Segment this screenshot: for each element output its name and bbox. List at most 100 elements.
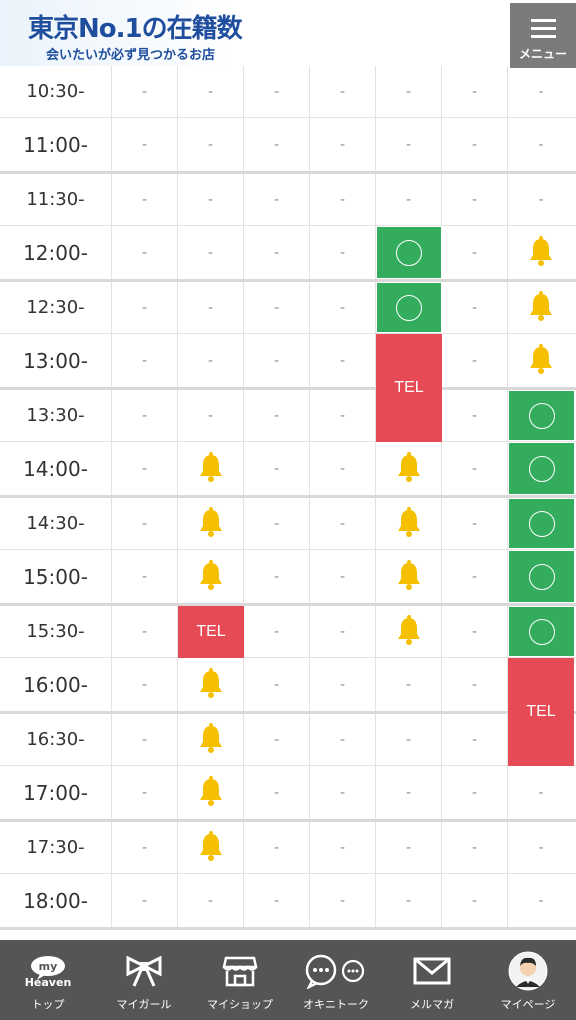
notify-cell[interactable] [178, 822, 244, 873]
dash-mark: - [538, 191, 544, 208]
dash-mark: - [339, 623, 346, 640]
dash-mark: - [141, 731, 148, 748]
schedule-row: 13:00- - - - - - [0, 334, 576, 390]
dash-mark: - [207, 136, 214, 153]
tel-button[interactable]: TEL [376, 334, 442, 442]
available-cell[interactable] [508, 606, 574, 657]
unavailable-cell: - [508, 174, 574, 225]
unavailable-cell: - [244, 606, 310, 657]
notify-cell[interactable] [178, 550, 244, 603]
available-cell[interactable] [376, 282, 442, 333]
dash-mark: - [471, 839, 478, 856]
tab-label-my-shop: マイショップ [207, 998, 273, 1011]
schedule-row: 15:00- - - - - [0, 550, 576, 606]
tab-label-okini-talk: オキニトーク [303, 998, 369, 1011]
dash-mark: - [207, 83, 214, 100]
dash-mark: - [207, 352, 214, 369]
tel-button[interactable]: TEL [178, 606, 244, 658]
dash-mark: - [339, 83, 346, 100]
dash-mark: - [141, 676, 148, 693]
unavailable-cell: - [508, 66, 574, 117]
notify-cell[interactable] [508, 282, 574, 333]
unavailable-cell: - [508, 822, 574, 873]
unavailable-cell: - [310, 442, 376, 495]
notify-cell[interactable] [508, 226, 574, 279]
tab-mail-magazine[interactable]: メルマガ [384, 940, 480, 1020]
available-cell[interactable] [508, 442, 574, 495]
dash-mark: - [141, 460, 148, 477]
unavailable-cell: - [178, 874, 244, 927]
dash-mark: - [471, 136, 478, 153]
notify-cell[interactable] [178, 714, 244, 765]
dash-mark: - [405, 676, 412, 693]
dash-mark: - [405, 83, 412, 100]
dash-mark: - [471, 407, 478, 424]
tab-label-top: トップ [31, 998, 65, 1011]
tab-my-girl[interactable]: マイガール [96, 940, 192, 1020]
unavailable-cell: - [112, 550, 178, 603]
dash-mark: - [471, 244, 478, 261]
notify-cell[interactable] [178, 766, 244, 819]
dash-mark: - [141, 191, 148, 208]
logo-subtitle: 会いたいが必ず見つかるお店 [46, 48, 216, 63]
notify-cell[interactable] [178, 498, 244, 549]
dash-mark: - [339, 515, 346, 532]
unavailable-cell: - [442, 226, 508, 279]
dash-mark: - [471, 352, 478, 369]
unavailable-cell: - [112, 282, 178, 333]
schedule-row: 17:30- - - - - - - [0, 822, 576, 874]
dash-mark: - [141, 839, 148, 856]
tab-top[interactable]: my Heaven トップ [0, 940, 96, 1020]
dash-mark: - [141, 352, 148, 369]
shop-logo[interactable]: 東京No.1の在籍数 会いたいが必ず見つかるお店 [0, 0, 243, 66]
bell-icon [396, 451, 422, 486]
dash-mark: - [141, 407, 148, 424]
unavailable-cell: - [508, 766, 574, 819]
dash-mark: - [273, 191, 280, 208]
notify-cell[interactable] [376, 442, 442, 495]
notify-cell[interactable] [376, 498, 442, 549]
notify-cell[interactable] [376, 606, 442, 657]
unavailable-cell: - [310, 390, 376, 441]
tab-my-page[interactable]: マイページ [480, 940, 576, 1020]
available-circle-icon [396, 294, 422, 321]
notify-cell[interactable] [178, 442, 244, 495]
avatar-icon [508, 948, 548, 994]
unavailable-cell: - [442, 606, 508, 657]
dash-mark: - [339, 839, 346, 856]
schedule-row: 14:00- - - - - [0, 442, 576, 498]
available-cell[interactable] [508, 390, 574, 441]
tab-okini-talk[interactable]: オキニトーク [288, 940, 384, 1020]
dash-mark: - [339, 731, 346, 748]
notify-cell[interactable] [178, 658, 244, 711]
dash-mark: - [141, 244, 148, 261]
dash-mark: - [339, 191, 346, 208]
unavailable-cell: - [244, 550, 310, 603]
header: 東京No.1の在籍数 会いたいが必ず見つかるお店 メニュー [0, 0, 576, 68]
time-label: 17:00- [0, 766, 112, 819]
tel-button[interactable]: TEL [508, 658, 574, 766]
dash-mark: - [207, 191, 214, 208]
unavailable-cell: - [376, 174, 442, 225]
available-cell[interactable] [508, 498, 574, 549]
unavailable-cell: - [310, 714, 376, 765]
dash-mark: - [405, 839, 412, 856]
schedule-row: 16:30- - - - - - [0, 714, 576, 766]
tab-my-shop[interactable]: マイショップ [192, 940, 288, 1020]
notify-cell[interactable] [376, 550, 442, 603]
unavailable-cell: - [178, 390, 244, 441]
unavailable-cell: - [310, 766, 376, 819]
bottom-tab-bar: my Heaven トップ マイガール マイショップ オキニトーク メルマガ マ… [0, 940, 576, 1020]
available-cell[interactable] [508, 550, 574, 603]
notify-cell[interactable] [508, 334, 574, 387]
available-circle-icon [528, 510, 555, 537]
dash-mark: - [538, 892, 544, 909]
schedule-row: 14:30- - - - - [0, 498, 576, 550]
dash-mark: - [273, 460, 280, 477]
unavailable-cell: - [442, 766, 508, 819]
dash-mark: - [405, 892, 412, 909]
unavailable-cell: - [244, 174, 310, 225]
available-cell[interactable] [376, 226, 442, 279]
menu-button[interactable]: メニュー [510, 3, 576, 68]
dash-mark: - [273, 568, 280, 585]
